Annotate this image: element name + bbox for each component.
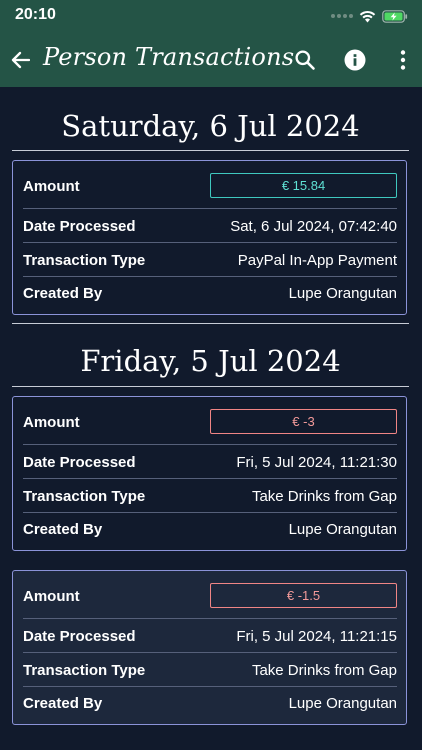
transaction-card[interactable]: Amount € -1.5 Date Processed Fri, 5 Jul … [12,570,407,725]
amount-badge: € -3 [210,409,397,434]
more-vert-icon [400,50,406,70]
arrow-back-icon [11,51,30,69]
row-divider [23,276,397,277]
status-time: 20:10 [15,6,56,23]
date-processed-label: Date Processed [23,453,136,471]
row-divider [23,652,397,653]
created-by-value: Lupe Orangutan [288,284,397,302]
app-bar: Person Transactions [0,32,422,87]
search-icon [295,50,315,70]
wifi-icon [359,10,376,22]
transaction-card[interactable]: Amount € 15.84 Date Processed Sat, 6 Jul… [12,160,407,315]
battery-charging-icon [382,9,408,23]
created-by-label: Created By [23,520,103,538]
date-processed-value: Fri, 5 Jul 2024, 11:21:30 [236,453,397,471]
row-divider [23,478,397,479]
created-by-row: Created By Lupe Orangutan [23,514,397,544]
transaction-type-value: PayPal In-App Payment [237,251,397,269]
row-divider [23,242,397,243]
divider [12,323,409,324]
transaction-card[interactable]: Amount € -3 Date Processed Fri, 5 Jul 20… [12,396,407,551]
row-divider [23,618,397,619]
transaction-type-row: Transaction Type PayPal In-App Payment [23,245,397,275]
back-button[interactable] [8,44,32,76]
amount-badge: € 15.84 [210,173,397,198]
transaction-type-value: Take Drinks from Gap [251,661,397,679]
day-header: Saturday, 6 Jul 2024 [61,109,360,143]
transaction-type-value: Take Drinks from Gap [251,487,397,505]
created-by-label: Created By [23,694,103,712]
cellular-signal-icon [331,14,353,18]
transaction-type-label: Transaction Type [23,661,146,679]
more-options-button[interactable] [387,44,419,76]
amount-label: Amount [23,587,80,605]
created-by-row: Created By Lupe Orangutan [23,688,397,718]
transaction-list[interactable]: Saturday, 6 Jul 2024 Amount € 15.84 Date… [0,87,422,750]
date-processed-label: Date Processed [23,217,136,235]
transaction-type-row: Transaction Type Take Drinks from Gap [23,481,397,511]
row-divider [23,444,397,445]
date-processed-value: Fri, 5 Jul 2024, 11:21:15 [236,627,397,645]
date-processed-row: Date Processed Fri, 5 Jul 2024, 11:21:30 [23,447,397,477]
amount-label: Amount [23,413,80,431]
date-processed-row: Date Processed Sat, 6 Jul 2024, 07:42:40 [23,211,397,241]
search-button[interactable] [289,44,321,76]
page-title: Person Transactions [43,43,295,71]
amount-badge: € -1.5 [210,583,397,608]
day-header: Friday, 5 Jul 2024 [80,344,341,378]
date-processed-row: Date Processed Fri, 5 Jul 2024, 11:21:15 [23,621,397,651]
amount-label: Amount [23,177,80,195]
date-processed-value: Sat, 6 Jul 2024, 07:42:40 [230,217,397,235]
date-processed-label: Date Processed [23,627,136,645]
created-by-label: Created By [23,284,103,302]
row-divider [23,512,397,513]
transaction-type-label: Transaction Type [23,487,146,505]
row-divider [23,686,397,687]
status-bar: 20:10 [0,0,422,32]
info-button[interactable] [339,44,371,76]
transaction-type-label: Transaction Type [23,251,146,269]
divider [12,150,409,151]
created-by-value: Lupe Orangutan [288,520,397,538]
divider [12,386,409,387]
info-icon [344,49,366,71]
created-by-row: Created By Lupe Orangutan [23,278,397,308]
row-divider [23,208,397,209]
created-by-value: Lupe Orangutan [288,694,397,712]
transaction-type-row: Transaction Type Take Drinks from Gap [23,655,397,685]
status-icons [331,7,408,25]
